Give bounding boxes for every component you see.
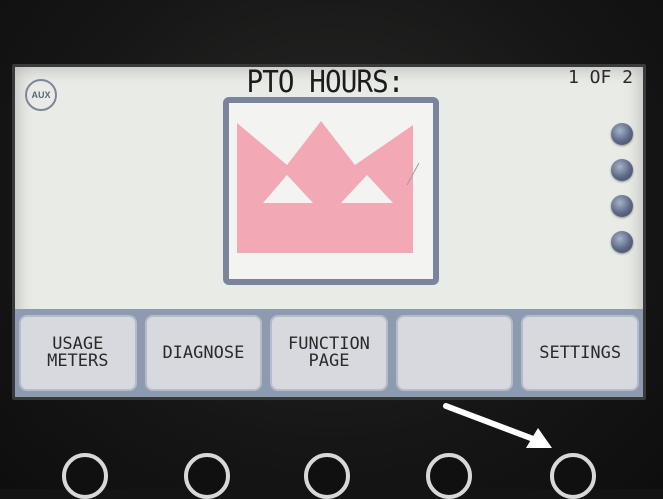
hardware-button-1[interactable]: [62, 453, 108, 499]
page-dot-icon: [611, 195, 633, 217]
hardware-button-3[interactable]: [304, 453, 350, 499]
blank-softkey[interactable]: [395, 315, 514, 391]
usage-meters-button[interactable]: USAGE METERS: [19, 315, 137, 391]
lcd-screen: AUX PTO HOURS: 177.2 1 OF 2 USAGE METERS…: [12, 64, 646, 400]
crown-logo-icon: [237, 121, 420, 253]
crown-logo: [223, 97, 439, 285]
page-dot-icon: [611, 231, 633, 253]
page-dot-icon: [611, 123, 633, 145]
diagnose-button[interactable]: DIAGNOSE: [144, 315, 263, 391]
hardware-button-2[interactable]: [184, 453, 230, 499]
page-dot-icon: [611, 159, 633, 181]
page-indicator: 1 OF 2: [567, 67, 633, 88]
hardware-button-row: [0, 425, 663, 499]
softkey-bar: USAGE METERS DIAGNOSE FUNCTION PAGE SETT…: [15, 309, 643, 397]
aux-indicator: AUX: [25, 79, 57, 111]
hardware-button-5[interactable]: [550, 453, 596, 499]
pointer-arrow-icon: [443, 403, 552, 448]
side-indicator-column: [611, 123, 637, 267]
settings-button[interactable]: SETTINGS: [521, 315, 639, 391]
hardware-button-4[interactable]: [426, 453, 472, 499]
function-page-button[interactable]: FUNCTION PAGE: [270, 315, 388, 391]
